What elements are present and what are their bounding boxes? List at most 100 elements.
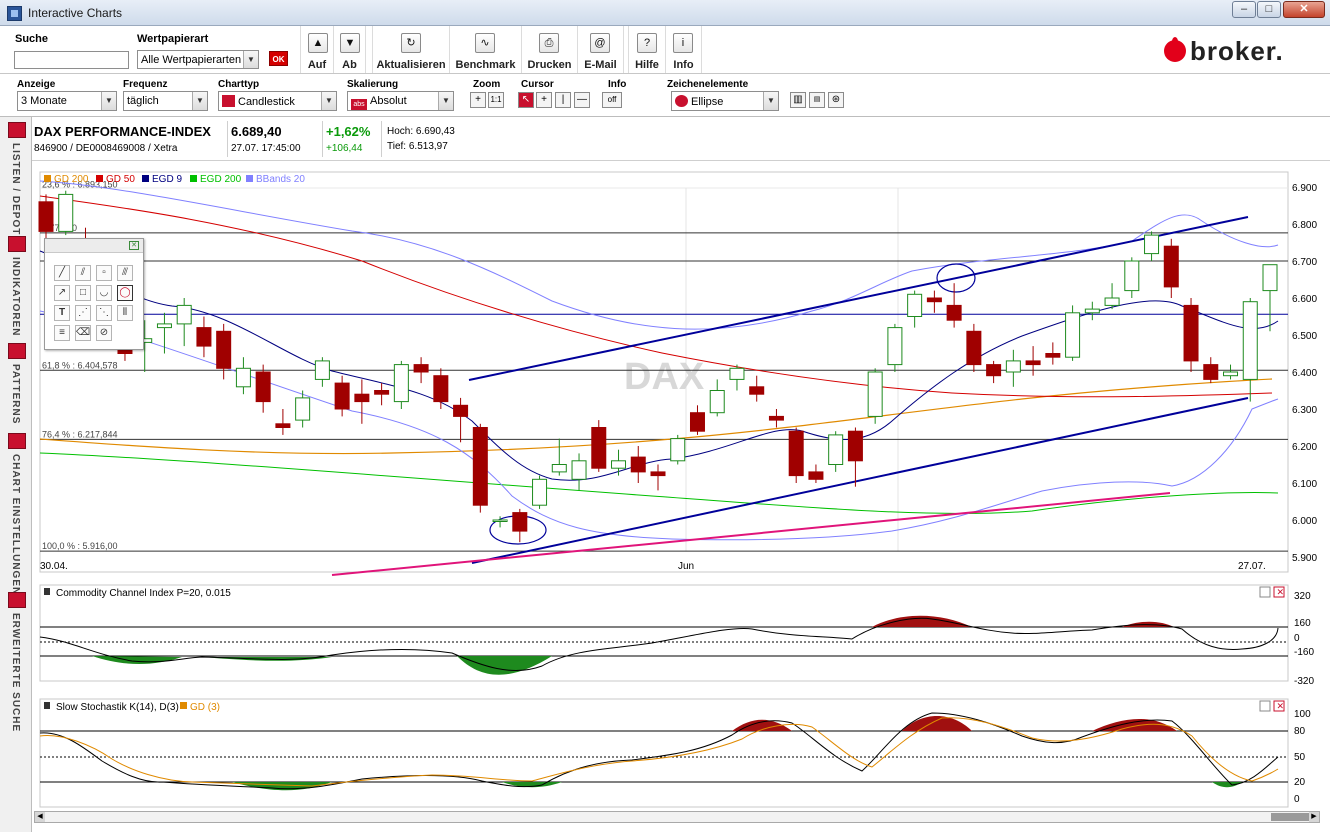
settings-icon[interactable]: ⊛ (828, 92, 844, 108)
candle-body[interactable] (156, 323, 172, 329)
parallel-line-tool-icon[interactable]: ⫽ (75, 265, 91, 281)
maximize-button[interactable]: □ (1257, 1, 1281, 18)
ok-button[interactable]: OK (269, 51, 288, 66)
candle-body[interactable] (788, 430, 804, 477)
candle-body[interactable] (650, 471, 666, 477)
candle-body[interactable] (393, 364, 409, 403)
candle-body[interactable] (216, 330, 232, 369)
candle-body[interactable] (354, 393, 370, 403)
up-button[interactable]: ▲ Auf (300, 26, 334, 73)
candle-body[interactable] (887, 327, 903, 366)
horizontal-line-cursor-icon[interactable]: — (574, 92, 590, 108)
candle-body[interactable] (907, 293, 923, 318)
close-button[interactable]: ✕ (1283, 1, 1325, 18)
candle-body[interactable] (1203, 364, 1219, 380)
candle-body[interactable] (492, 519, 508, 522)
candle-body[interactable] (1104, 297, 1120, 306)
candle-body[interactable] (433, 375, 449, 403)
candle-body[interactable] (847, 430, 863, 462)
fibonacci-tool-icon[interactable]: ≡ (54, 325, 70, 341)
candle-body[interactable] (314, 360, 330, 380)
table-icon[interactable]: ▤ (809, 92, 825, 108)
anzeige-select[interactable]: 3 Monate ▼ (17, 91, 117, 111)
panel-maximize-icon[interactable] (1259, 586, 1271, 598)
search-input[interactable] (14, 51, 129, 69)
candle-body[interactable] (58, 193, 74, 232)
crosshair-cursor-icon[interactable]: + (536, 92, 552, 108)
tab-indikatoren[interactable]: INDIKATOREN (8, 236, 26, 337)
eraser-tool-icon[interactable]: ⌫ (75, 325, 91, 341)
candle-body[interactable] (1262, 264, 1278, 292)
candle-body[interactable] (551, 464, 567, 473)
print-button[interactable]: ⎙ Drucken (522, 26, 578, 73)
candle-body[interactable] (611, 460, 627, 469)
candle-body[interactable] (1025, 360, 1041, 366)
candle-body[interactable] (374, 390, 390, 395)
cycle-lines-tool-icon[interactable]: ⦀ (117, 305, 133, 321)
skalierung-select[interactable]: abs Absolut ▼ (347, 91, 454, 111)
candle-body[interactable] (946, 304, 962, 321)
candle-body[interactable] (808, 471, 824, 480)
candle-body[interactable] (867, 371, 883, 417)
chart-canvas[interactable]: DAX 23,6 % : 6.893,1506.776,0061,8 % : 6… (32, 161, 1330, 811)
vertical-line-cursor-icon[interactable]: | (555, 92, 571, 108)
candle-body[interactable] (986, 364, 1002, 377)
email-button[interactable]: @ E-Mail (578, 26, 624, 73)
horizontal-line-tool-icon[interactable]: ▫ (96, 265, 112, 281)
candle-body[interactable] (275, 423, 291, 428)
candle-body[interactable] (235, 367, 251, 388)
candle-body[interactable] (828, 434, 844, 465)
candle-body[interactable] (196, 327, 212, 347)
candle-body[interactable] (630, 456, 646, 473)
candle-body[interactable] (1144, 234, 1160, 255)
tab-chart-einstellungen[interactable]: CHART EINSTELLUNGEN (8, 433, 26, 595)
tab-listen-depot[interactable]: LISTEN / DEPOT (8, 122, 26, 235)
chart-area[interactable]: DAX 23,6 % : 6.893,1506.776,0061,8 % : 6… (32, 161, 1330, 832)
candle-body[interactable] (413, 364, 429, 373)
candle-body[interactable] (453, 404, 469, 417)
arrow-tool-icon[interactable]: ↗ (54, 285, 70, 301)
ellipse-tool-icon[interactable]: ◯ (117, 285, 133, 301)
scroll-right-icon[interactable]: ▶ (1309, 812, 1319, 822)
gann-fan-tool-icon[interactable]: ⋱ (96, 305, 112, 321)
down-button[interactable]: ▼ Ab (334, 26, 366, 73)
candle-body[interactable] (1223, 371, 1239, 377)
candle-body[interactable] (729, 367, 745, 380)
clear-all-tool-icon[interactable]: ⊘ (96, 325, 112, 341)
benchmark-button[interactable]: ∿ Benchmark (450, 26, 522, 73)
candle-body[interactable] (176, 304, 192, 325)
candle-body[interactable] (1065, 312, 1081, 358)
candle-body[interactable] (512, 512, 528, 532)
bar-style-icon[interactable]: ▥ (790, 92, 806, 108)
scrollbar-thumb[interactable] (1271, 813, 1309, 821)
zoom-in-button[interactable]: + (470, 92, 486, 108)
charttyp-select[interactable]: Candlestick ▼ (218, 91, 337, 111)
zeichenelemente-select[interactable]: Ellipse ▼ (671, 91, 779, 111)
candle-body[interactable] (749, 386, 765, 395)
line-tool-icon[interactable]: ╱ (54, 265, 70, 281)
minimize-button[interactable]: ‒ (1232, 1, 1256, 18)
frequenz-select[interactable]: täglich ▼ (123, 91, 208, 111)
palette-close-icon[interactable]: ✕ (129, 241, 139, 250)
candle-body[interactable] (1183, 304, 1199, 362)
candle-body[interactable] (295, 397, 311, 421)
refresh-button[interactable]: ↻ Aktualisieren (372, 26, 450, 73)
candle-body[interactable] (1124, 260, 1140, 292)
fan-tool-icon[interactable]: ⋰ (75, 305, 91, 321)
info-button[interactable]: i Info (666, 26, 702, 73)
candle-body[interactable] (1084, 308, 1100, 314)
info-off-toggle[interactable]: off (602, 92, 622, 108)
candle-body[interactable] (709, 390, 725, 414)
candle-body[interactable] (689, 412, 705, 432)
candle-body[interactable] (1163, 245, 1179, 288)
candle-body[interactable] (571, 460, 587, 480)
rectangle-tool-icon[interactable]: □ (75, 285, 91, 301)
help-button[interactable]: ? Hilfe (628, 26, 666, 73)
candle-body[interactable] (1242, 301, 1258, 380)
candle-body[interactable] (472, 427, 488, 506)
scroll-left-icon[interactable]: ◀ (35, 812, 45, 822)
tab-patterns[interactable]: PATTERNS (8, 343, 26, 424)
candle-body[interactable] (591, 427, 607, 469)
channel-tool-icon[interactable]: ⫻ (117, 265, 133, 281)
candle-body[interactable] (926, 297, 942, 303)
